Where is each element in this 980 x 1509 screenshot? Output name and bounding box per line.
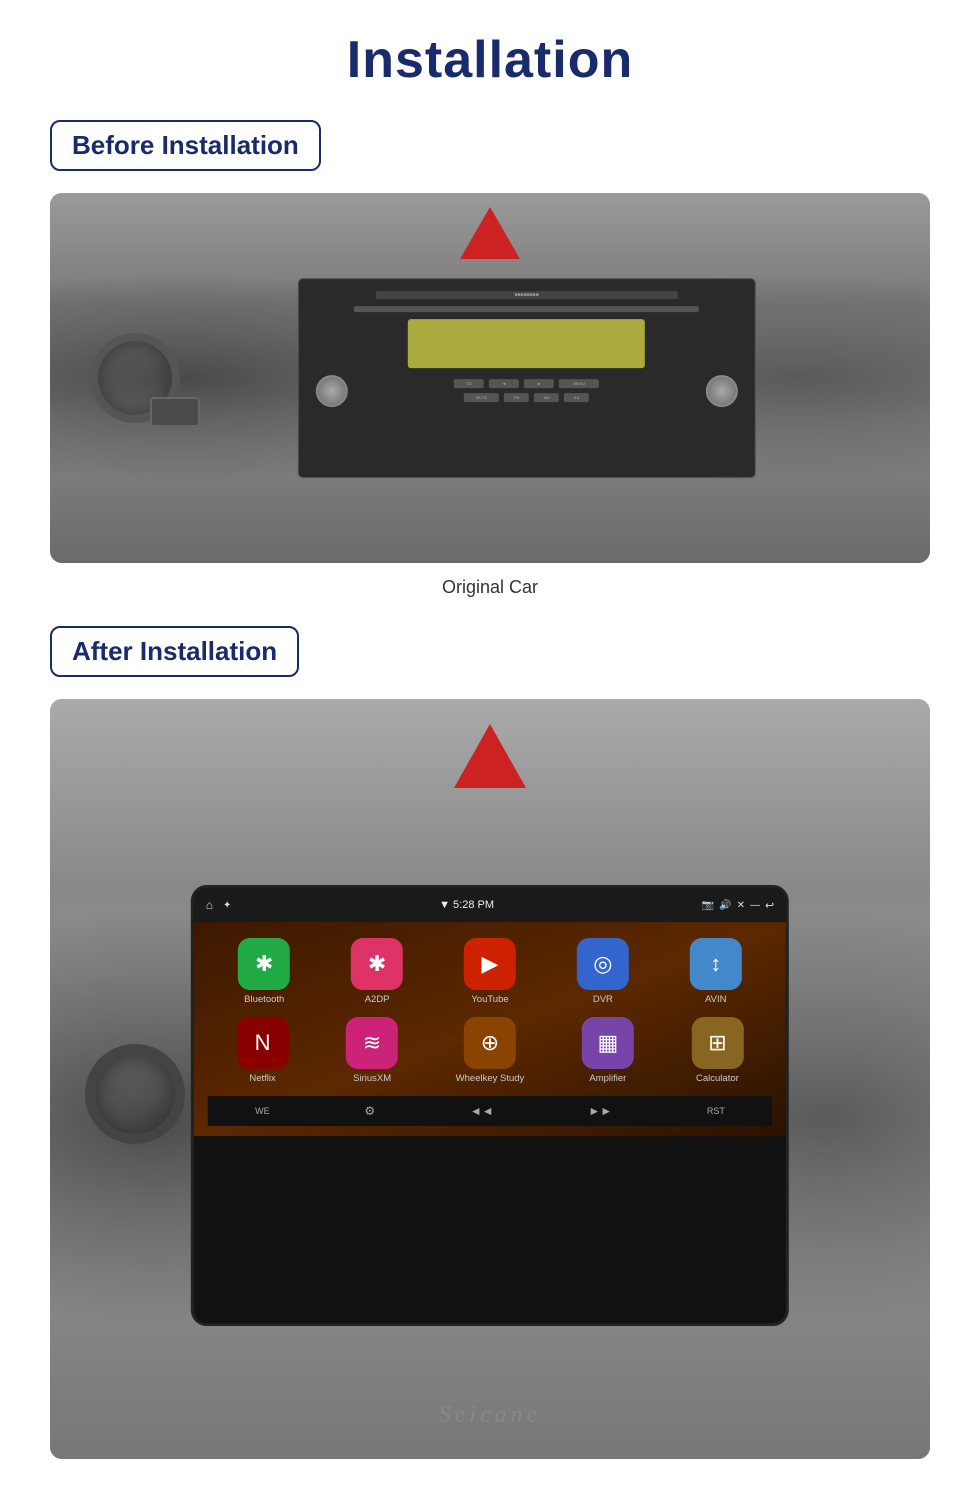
- app-amplifier[interactable]: ▦ Amplifier: [582, 1017, 634, 1084]
- nav-vol-down[interactable]: ◄◄: [470, 1104, 494, 1118]
- nav-settings[interactable]: ⚙: [364, 1104, 375, 1118]
- before-badge-text: Before Installation: [72, 130, 299, 161]
- bluetooth-icon: ✱: [238, 938, 290, 990]
- after-badge-text: After Installation: [72, 636, 277, 667]
- app-bluetooth[interactable]: ✱ Bluetooth: [238, 938, 290, 1005]
- camera-icon: 📷: [702, 900, 714, 911]
- minimize-icon[interactable]: —: [750, 900, 760, 911]
- ignition-area: [150, 397, 200, 427]
- before-installation-section: Before Installation ■■■■■■■■: [50, 120, 930, 598]
- apps-row-2: N Netflix ≋ SiriusXM ⊕ Wheelkey Study ▦ …: [208, 1017, 772, 1084]
- nav-vol-up[interactable]: ►►: [588, 1104, 612, 1118]
- apps-row-1: ✱ Bluetooth ✱ A2DP ▶ YouTube ◎ DVR: [208, 938, 772, 1005]
- original-car-caption: Original Car: [50, 577, 930, 598]
- volume-icon: 🔊: [719, 900, 731, 911]
- netflix-icon: N: [237, 1017, 289, 1069]
- a2dp-icon: ✱: [351, 938, 403, 990]
- siriusxm-label: SiriusXM: [353, 1073, 391, 1084]
- app-avin[interactable]: ↕ AVIN: [690, 938, 742, 1005]
- status-bar: ⌂ ✦ ▼ 5:28 PM 📷 🔊 ✕ — ↩: [194, 888, 786, 922]
- amplifier-icon: ▦: [582, 1017, 634, 1069]
- app-youtube[interactable]: ▶ YouTube: [464, 938, 516, 1005]
- home-icon[interactable]: ⌂: [206, 898, 213, 912]
- nav-rst[interactable]: RST: [707, 1106, 725, 1116]
- calculator-icon: ⊞: [691, 1017, 743, 1069]
- home-screen: ✱ Bluetooth ✱ A2DP ▶ YouTube ◎ DVR: [194, 922, 786, 1136]
- back-icon[interactable]: ↩: [765, 899, 774, 912]
- dvr-label: DVR: [593, 994, 613, 1005]
- amplifier-label: Amplifier: [589, 1073, 626, 1084]
- bluetooth-label: Bluetooth: [244, 994, 284, 1005]
- avin-label: AVIN: [705, 994, 726, 1005]
- wifi-icon: ✦: [223, 900, 231, 911]
- youtube-label: YouTube: [471, 994, 508, 1005]
- before-car-photo: ■■■■■■■■ CD ◄ ► MENU MUTE FM: [50, 193, 930, 563]
- avin-icon: ↕: [690, 938, 742, 990]
- after-badge: After Installation: [50, 626, 299, 677]
- close-icon[interactable]: ✕: [737, 900, 745, 911]
- warning-triangle-after: [454, 724, 526, 788]
- dvr-icon: ◎: [577, 938, 629, 990]
- a2dp-label: A2DP: [365, 994, 390, 1005]
- app-a2dp[interactable]: ✱ A2DP: [351, 938, 403, 1005]
- steering-wheel-after: [85, 1044, 185, 1144]
- before-badge: Before Installation: [50, 120, 321, 171]
- right-knob: [705, 375, 737, 407]
- page-title: Installation: [50, 30, 930, 90]
- after-installation-section: After Installation ⌂ ✦ ▼ 5:28 PM 📷: [50, 626, 930, 1459]
- original-radio-unit: ■■■■■■■■ CD ◄ ► MENU MUTE FM: [298, 278, 756, 478]
- warning-triangle-before: [460, 207, 520, 259]
- android-screen: ⌂ ✦ ▼ 5:28 PM 📷 🔊 ✕ — ↩: [191, 885, 789, 1326]
- nav-we: WE: [255, 1106, 270, 1116]
- after-car-photo: ⌂ ✦ ▼ 5:28 PM 📷 🔊 ✕ — ↩: [50, 699, 930, 1459]
- app-dvr[interactable]: ◎ DVR: [577, 938, 629, 1005]
- siriusxm-icon: ≋: [346, 1017, 398, 1069]
- radio-display: [408, 319, 645, 368]
- wheelkey-label: Wheelkey Study: [456, 1073, 525, 1084]
- status-time: ▼ 5:28 PM: [439, 899, 494, 911]
- netflix-label: Netflix: [249, 1073, 275, 1084]
- app-siriusxm[interactable]: ≋ SiriusXM: [346, 1017, 398, 1084]
- bottom-nav-bar: WE ⚙ ◄◄ ►► RST: [208, 1096, 772, 1126]
- wheelkey-icon: ⊕: [464, 1017, 516, 1069]
- app-netflix[interactable]: N Netflix: [237, 1017, 289, 1084]
- left-knob: [316, 375, 348, 407]
- calculator-label: Calculator: [696, 1073, 739, 1084]
- app-wheelkey[interactable]: ⊕ Wheelkey Study: [456, 1017, 525, 1084]
- seicane-brand: Seicane: [439, 1402, 542, 1429]
- youtube-icon: ▶: [464, 938, 516, 990]
- app-calculator[interactable]: ⊞ Calculator: [691, 1017, 743, 1084]
